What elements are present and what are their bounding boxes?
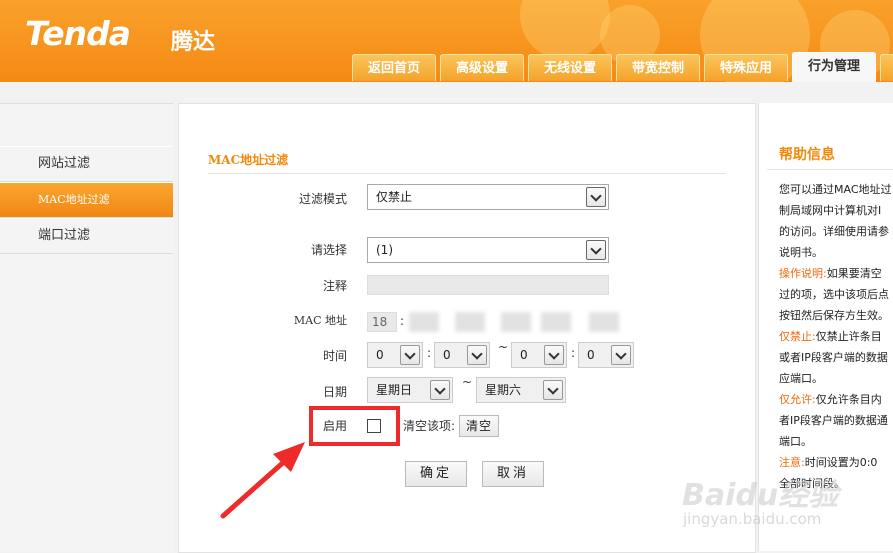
- mac-separator: :: [400, 314, 405, 328]
- time-start-hour-select[interactable]: 0: [367, 342, 423, 368]
- mac-octet-4-redacted[interactable]: [501, 312, 531, 332]
- select-label: 请选择: [310, 243, 347, 257]
- help-line: 说明书。: [779, 246, 823, 259]
- time-end-hour-value: 0: [520, 348, 528, 362]
- cancel-button[interactable]: 取消: [482, 461, 544, 487]
- help-divider: [767, 169, 893, 170]
- time-label: 时间: [322, 349, 347, 363]
- day-start-value: 星期日: [376, 383, 413, 397]
- tab-bandwidth[interactable]: 带宽控制: [616, 54, 700, 81]
- chevron-down-icon: [467, 345, 487, 365]
- sidebar: 网站过滤 MAC地址过滤 端口过滤: [0, 103, 173, 552]
- help-line: 过的项，选中该项后点: [779, 288, 889, 301]
- chevron-down-icon: [544, 345, 564, 365]
- time-end-min-select[interactable]: 0: [578, 342, 634, 368]
- sidebar-item-mac-filter[interactable]: MAC地址过滤: [0, 182, 173, 218]
- highlight-box: [309, 406, 400, 446]
- baidu-watermark-url: jingyan.baidu.com: [683, 510, 822, 528]
- mac-octet-3-redacted[interactable]: [455, 312, 485, 332]
- tab-wireless[interactable]: 无线设置: [528, 54, 612, 81]
- date-label: 日期: [322, 385, 347, 399]
- banner-decoration: [520, 0, 610, 60]
- help-line: 的访问。详细使用请参: [779, 225, 889, 238]
- sidebar-item-port-filter[interactable]: 端口过滤: [0, 218, 173, 254]
- baidu-watermark: Baidu经验: [682, 478, 839, 513]
- help-line: 端口。: [779, 435, 812, 448]
- help-line: 或者IP段客户端的数据: [779, 351, 888, 364]
- chevron-down-icon: [586, 240, 606, 260]
- time-start-min-select[interactable]: 0: [434, 342, 490, 368]
- chevron-down-icon: [586, 187, 606, 207]
- day-end-value: 星期六: [485, 383, 522, 397]
- tenda-logo: Tenda: [25, 14, 131, 53]
- rule-select-value: (1): [376, 243, 393, 257]
- clear-button[interactable]: 清空: [459, 415, 499, 437]
- tab-behavior-mgmt[interactable]: 行为管理: [792, 52, 876, 82]
- help-line: 仅禁止:仅禁止许条目: [779, 330, 882, 343]
- help-line: 制局域网中计算机对I: [779, 204, 882, 217]
- top-banner: Tenda 腾达 返回首页 高级设置 无线设置 带宽控制 特殊应用 行为管理: [0, 0, 893, 82]
- comment-label: 注释: [322, 279, 347, 293]
- chevron-down-icon: [400, 345, 420, 365]
- tab-advanced[interactable]: 高级设置: [440, 54, 524, 81]
- mac-octet-2-redacted[interactable]: [409, 312, 439, 332]
- chevron-down-icon: [611, 345, 631, 365]
- help-line: 操作说明:如果要清空: [779, 267, 882, 280]
- help-line: 应端口。: [779, 372, 823, 385]
- chevron-down-icon: [543, 380, 563, 400]
- time-colon: :: [427, 346, 432, 360]
- day-end-select[interactable]: 星期六: [476, 377, 566, 403]
- filter-mode-select[interactable]: 仅禁止: [367, 184, 609, 210]
- time-end-hour-select[interactable]: 0: [511, 342, 567, 368]
- help-line: 您可以通过MAC地址过: [779, 183, 892, 196]
- time-colon: :: [571, 346, 576, 360]
- tenda-logo-cn: 腾达: [171, 30, 216, 55]
- day-start-select[interactable]: 星期日: [367, 377, 453, 403]
- chevron-down-icon: [430, 380, 450, 400]
- comment-input[interactable]: [367, 275, 609, 295]
- enable-checkbox[interactable]: [367, 419, 381, 433]
- filter-mode-label: 过滤模式: [298, 192, 347, 206]
- clear-item-label: 清空该项:: [403, 419, 456, 433]
- help-line: 者IP段客户端的数据通: [779, 414, 888, 427]
- mac-octet-6-redacted[interactable]: [589, 312, 619, 332]
- section-title: MAC地址过滤: [208, 153, 289, 167]
- tab-special-apps[interactable]: 特殊应用: [704, 54, 788, 81]
- mac-octet-1[interactable]: 18: [367, 312, 397, 332]
- time-start-min-value: 0: [443, 348, 451, 362]
- time-end-min-value: 0: [587, 348, 595, 362]
- help-line: 仅允许:仅允许条目内: [779, 393, 882, 406]
- filter-mode-value: 仅禁止: [376, 190, 413, 204]
- tab-home[interactable]: 返回首页: [352, 54, 436, 81]
- ok-button[interactable]: 确定: [405, 461, 467, 487]
- mac-address-label: MAC 地址: [293, 314, 347, 327]
- date-range-tilde: ~: [462, 375, 473, 389]
- rule-select[interactable]: (1): [367, 237, 609, 263]
- title-divider: [208, 173, 726, 174]
- help-line: 按钮然后保存方生效。: [779, 309, 889, 322]
- sidebar-item-url-filter[interactable]: 网站过滤: [0, 146, 173, 182]
- mac-octet-5-redacted[interactable]: [541, 312, 571, 332]
- annotation-arrow-icon: [220, 442, 305, 519]
- tab-overflow[interactable]: [880, 54, 893, 81]
- help-title: 帮助信息: [779, 147, 835, 163]
- time-start-hour-value: 0: [376, 348, 384, 362]
- time-range-tilde: ~: [498, 340, 509, 354]
